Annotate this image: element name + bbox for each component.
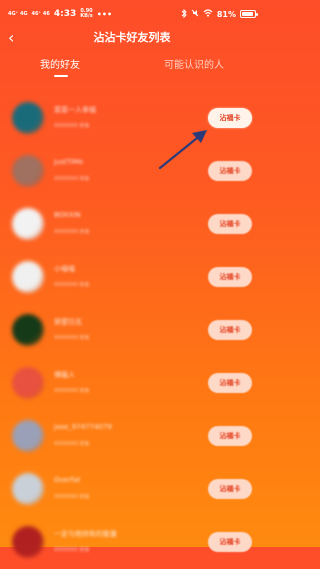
friend-avatar [12, 155, 44, 187]
friend-avatar [12, 314, 44, 346]
friend-name: 博猫人 [54, 371, 75, 379]
clock: 4:33 [53, 9, 77, 19]
avatar-fill [12, 473, 44, 505]
net-speed-unit: KB/s [80, 13, 93, 19]
notification-dots-icon: ••• [96, 9, 113, 19]
friend-subtitle: XXXXXXX 好友 [54, 335, 90, 341]
bluetooth-icon [181, 8, 187, 20]
friend-name: 邪望日志 [54, 318, 82, 326]
send-card-button[interactable]: 沾福卡 [208, 373, 252, 393]
tab-people-you-may-know[interactable]: 可能认识的人 [164, 58, 224, 74]
friend-name: 一定与他持有的能量 [54, 530, 117, 538]
net-speed: 0.90 KB/s [80, 9, 93, 19]
friend-row[interactable]: 一定与他持有的能量 XXXXXXX 好友 沾福卡 [0, 516, 264, 569]
friend-subtitle: XXXXXXX 好友 [54, 176, 90, 182]
avatar-fill [12, 208, 44, 240]
friend-row[interactable]: 菜菜一人幸福 XXXXXXX 好友 沾福卡 [0, 92, 264, 145]
signal-1-icon: 4G⁺ 4G [8, 11, 28, 17]
friend-subtitle: XXXXXXX 好友 [54, 494, 90, 500]
friend-avatar [12, 208, 44, 240]
avatar-fill [12, 367, 44, 399]
send-card-button[interactable]: 沾福卡 [208, 426, 252, 446]
status-right: 81% [181, 8, 258, 20]
friend-avatar [12, 420, 44, 452]
friend-avatar [12, 261, 44, 293]
friend-list: 菜菜一人幸福 XXXXXXX 好友 沾福卡 JustTiMe XXXXXXX 好… [0, 92, 264, 569]
friend-name: JustTiMe [54, 158, 84, 166]
friend-name: 菜菜一人幸福 [54, 106, 96, 114]
friend-subtitle: XXXXXXX 好友 [54, 441, 90, 447]
send-card-button[interactable]: 沾福卡 [208, 479, 252, 499]
wifi-icon [203, 9, 213, 19]
friend-avatar [12, 367, 44, 399]
tab-my-friends[interactable]: 我的好友 [40, 58, 80, 74]
send-card-button[interactable]: 沾福卡 [208, 108, 252, 128]
send-card-button[interactable]: 沾福卡 [208, 267, 252, 287]
send-card-button[interactable]: 沾福卡 [208, 161, 252, 181]
signal-2-icon: 46⁺ 46 [31, 11, 50, 17]
friend-name: BOXXIN [54, 211, 81, 219]
active-tab-indicator [54, 75, 68, 77]
friend-row[interactable]: 博猫人 XXXXXXX 好友 沾福卡 [0, 357, 264, 410]
avatar-fill [12, 155, 44, 187]
friend-row[interactable]: BOXXIN XXXXXXX 好友 沾福卡 [0, 198, 264, 251]
friend-row[interactable]: Jase_974774079 XXXXXXX 好友 沾福卡 [0, 410, 264, 463]
avatar-fill [12, 526, 44, 558]
battery-icon [240, 10, 258, 18]
tab-bar: 我的好友 可能认识的人 [0, 58, 264, 86]
avatar-fill [12, 261, 44, 293]
friend-row[interactable]: 邪望日志 XXXXXXX 好友 沾福卡 [0, 304, 264, 357]
friend-name: Overfat [54, 476, 81, 484]
friend-avatar [12, 473, 44, 505]
avatar-fill [12, 420, 44, 452]
send-card-button[interactable]: 沾福卡 [208, 532, 252, 552]
send-card-button[interactable]: 沾福卡 [208, 214, 252, 234]
friend-row[interactable]: 小喵喵 XXXXXXX 好友 沾福卡 [0, 251, 264, 304]
avatar-fill [12, 314, 44, 346]
friend-subtitle: XXXXXXX 好友 [54, 123, 90, 129]
status-bar: 4G⁺ 4G 46⁺ 46 4:33 0.90 KB/s ••• 81% [0, 0, 264, 28]
friend-row[interactable]: Overfat XXXXXXX 好友 沾福卡 [0, 463, 264, 516]
friend-name: 小喵喵 [54, 265, 75, 273]
friend-subtitle: XXXXXXX 好友 [54, 388, 90, 394]
friend-subtitle: XXXXXXX 好友 [54, 229, 90, 235]
avatar-fill [12, 102, 44, 134]
status-left: 4G⁺ 4G 46⁺ 46 4:33 0.90 KB/s ••• [8, 9, 113, 20]
friend-row[interactable]: JustTiMe XXXXXXX 好友 沾福卡 [0, 145, 264, 198]
silent-icon [191, 9, 199, 19]
send-card-button[interactable]: 沾福卡 [208, 320, 252, 340]
friend-avatar [12, 526, 44, 558]
friend-subtitle: XXXXXXX 好友 [54, 282, 90, 288]
friend-name: Jase_974774079 [54, 423, 112, 431]
battery-percent: 81% [216, 9, 236, 19]
page-title: 沾沾卡好友列表 [93, 31, 171, 44]
nav-bar: ‹ 沾沾卡好友列表 [0, 28, 264, 48]
friend-avatar [12, 102, 44, 134]
friend-subtitle: XXXXXXX 好友 [54, 547, 90, 553]
